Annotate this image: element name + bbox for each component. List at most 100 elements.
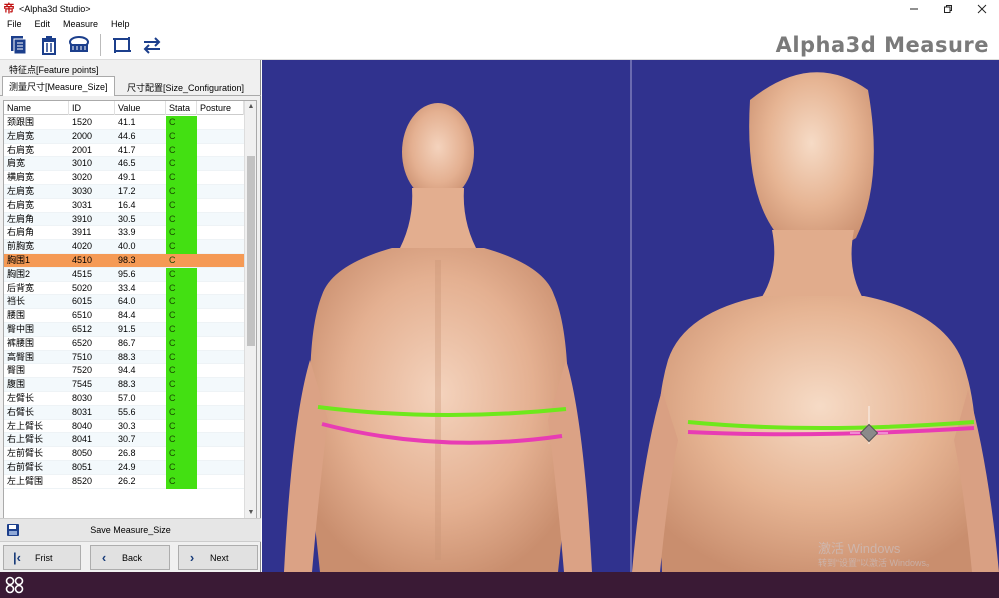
cell-id: 4510 bbox=[72, 254, 93, 265]
start-button[interactable] bbox=[4, 576, 26, 594]
tab-measure-size[interactable]: 测量尺寸[Measure_Size] bbox=[2, 76, 115, 96]
tab-size-configuration[interactable]: 尺寸配置[Size_Configuration] bbox=[121, 78, 250, 96]
cell-posture bbox=[197, 144, 244, 158]
table-row[interactable]: 腹围 7545 88.3 C bbox=[4, 378, 244, 392]
column-posture[interactable]: Posture bbox=[197, 101, 244, 115]
menu-file[interactable]: File bbox=[0, 19, 28, 29]
table-row[interactable]: 右肩宽 2001 41.7 C bbox=[4, 143, 244, 158]
close-button[interactable] bbox=[965, 0, 999, 17]
table-row[interactable]: 高臀围 7510 88.3 C bbox=[4, 350, 244, 365]
table-row[interactable]: 胸围2 4515 95.6 C bbox=[4, 267, 244, 282]
cell-id: 7545 bbox=[72, 379, 93, 390]
cell-posture bbox=[197, 364, 244, 378]
cell-stata: C bbox=[166, 460, 197, 475]
viewport-front[interactable]: 激活 Windows 转到“设置”以激活 Windows。 bbox=[632, 60, 999, 572]
table-row[interactable]: 左上臂围 8520 26.2 C bbox=[4, 474, 244, 489]
cell-value: 26.8 bbox=[118, 448, 136, 459]
cell-id: 6510 bbox=[72, 310, 93, 321]
menu-edit[interactable]: Edit bbox=[28, 19, 57, 29]
scroll-up-icon[interactable]: ▲ bbox=[245, 101, 256, 113]
cell-id: 6512 bbox=[72, 323, 93, 334]
cell-posture bbox=[197, 337, 244, 351]
table-row[interactable]: 右肩宽 3031 16.4 C bbox=[4, 198, 244, 213]
table-row[interactable]: 裤腰围 6520 86.7 C bbox=[4, 336, 244, 351]
cell-name: 前胸宽 bbox=[7, 241, 35, 252]
back-button[interactable]: ‹ Back bbox=[90, 545, 170, 570]
column-name[interactable]: Name bbox=[4, 101, 69, 115]
table-row[interactable]: 左上臂长 8040 30.3 C bbox=[4, 419, 244, 434]
tape-measure-button[interactable] bbox=[64, 32, 94, 58]
table-row[interactable]: 后背宽 5020 33.4 C bbox=[4, 281, 244, 296]
tab-row-top: 特征点[Feature points] bbox=[0, 62, 108, 76]
cell-value: 88.3 bbox=[118, 379, 136, 390]
cell-value: 30.7 bbox=[118, 434, 136, 445]
restore-button[interactable] bbox=[931, 0, 965, 17]
cell-value: 88.3 bbox=[118, 351, 136, 362]
cell-stata: C bbox=[166, 129, 197, 144]
cell-id: 4020 bbox=[72, 241, 93, 252]
cell-posture bbox=[197, 213, 244, 227]
table-row[interactable]: 颈跟围 1520 41.1 C bbox=[4, 116, 244, 130]
window-title: <Alpha3d Studio> bbox=[19, 3, 91, 14]
table-row[interactable]: 裆长 6015 64.0 C bbox=[4, 295, 244, 310]
table-row[interactable]: 左臂长 8030 57.0 C bbox=[4, 391, 244, 406]
table-row[interactable]: 胸围1 4510 98.3 C bbox=[4, 253, 244, 268]
next-button[interactable]: › Next bbox=[178, 545, 258, 570]
cell-value: 44.6 bbox=[118, 130, 136, 141]
cell-name: 左臂长 bbox=[7, 392, 35, 403]
swap-arrows-icon bbox=[143, 36, 161, 54]
table-row[interactable]: 右上臂长 8041 30.7 C bbox=[4, 433, 244, 448]
cell-posture bbox=[197, 309, 244, 323]
cell-stata: C bbox=[166, 405, 197, 420]
table-row[interactable]: 左肩角 3910 30.5 C bbox=[4, 212, 244, 227]
fit-view-button[interactable] bbox=[107, 32, 137, 58]
cell-posture bbox=[197, 461, 244, 475]
cell-id: 3010 bbox=[72, 158, 93, 169]
open-document-button[interactable] bbox=[4, 32, 34, 58]
column-value[interactable]: Value bbox=[115, 101, 166, 115]
swap-view-button[interactable] bbox=[137, 32, 167, 58]
column-id[interactable]: ID bbox=[69, 101, 115, 115]
table-row[interactable]: 前胸宽 4020 40.0 C bbox=[4, 240, 244, 254]
cell-posture bbox=[197, 378, 244, 392]
table-row[interactable]: 左肩宽 2000 44.6 C bbox=[4, 129, 244, 144]
table-row[interactable]: 臀围 7520 94.4 C bbox=[4, 364, 244, 379]
cell-posture bbox=[197, 420, 244, 434]
cell-value: 84.4 bbox=[118, 310, 136, 321]
viewport-back[interactable] bbox=[262, 60, 630, 572]
title-bar: 帝 <Alpha3d Studio> bbox=[0, 0, 999, 17]
cell-stata: C bbox=[166, 364, 197, 379]
cell-value: 91.5 bbox=[118, 323, 136, 334]
menu-measure[interactable]: Measure bbox=[56, 19, 104, 29]
cell-posture bbox=[197, 323, 244, 337]
table-row[interactable]: 右臂长 8031 55.6 C bbox=[4, 405, 244, 420]
save-measure-button[interactable]: Save Measure_Size bbox=[0, 518, 261, 542]
table-row[interactable]: 腰围 6510 84.4 C bbox=[4, 309, 244, 323]
table-row[interactable]: 左肩宽 3030 17.2 C bbox=[4, 184, 244, 199]
table-row[interactable]: 左前臂长 8050 26.8 C bbox=[4, 447, 244, 461]
column-stata[interactable]: Stata bbox=[166, 101, 197, 115]
cell-posture bbox=[197, 226, 244, 240]
table-row[interactable]: 肩宽 3010 46.5 C bbox=[4, 157, 244, 172]
scroll-thumb[interactable] bbox=[247, 156, 255, 346]
cell-name: 裆长 bbox=[7, 296, 26, 307]
tab-feature-points[interactable]: 特征点[Feature points] bbox=[0, 62, 108, 76]
restore-icon bbox=[944, 4, 952, 13]
table-row[interactable]: 横肩宽 3020 49.1 C bbox=[4, 171, 244, 185]
cell-id: 2001 bbox=[72, 144, 93, 155]
cell-stata: C bbox=[166, 336, 197, 351]
table-row[interactable]: 臀中围 6512 91.5 C bbox=[4, 322, 244, 337]
cell-posture bbox=[197, 157, 244, 171]
cell-name: 腹围 bbox=[7, 379, 26, 390]
table-row[interactable]: 右前臂长 8051 24.9 C bbox=[4, 460, 244, 475]
vertical-scrollbar[interactable]: ▲ ▼ bbox=[244, 101, 256, 519]
minimize-button[interactable] bbox=[897, 0, 931, 17]
first-button[interactable]: |‹ Frist bbox=[3, 545, 81, 570]
table-row[interactable]: 右肩角 3911 33.9 C bbox=[4, 226, 244, 241]
menu-help[interactable]: Help bbox=[104, 19, 136, 29]
cell-stata: C bbox=[166, 171, 197, 185]
cell-id: 3031 bbox=[72, 199, 93, 210]
delete-button[interactable] bbox=[34, 32, 64, 58]
cell-id: 8050 bbox=[72, 448, 93, 459]
close-icon bbox=[977, 4, 987, 13]
